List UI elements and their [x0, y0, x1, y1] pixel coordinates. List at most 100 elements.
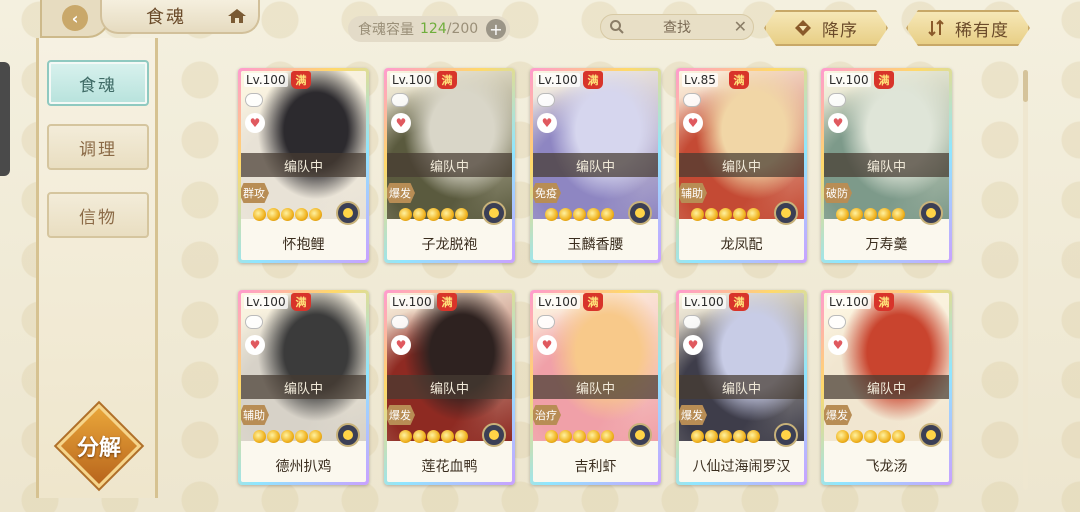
- heart-icon[interactable]: ♥: [391, 113, 411, 133]
- level-label: Lv.100: [827, 73, 871, 87]
- flower-emblem-icon: [628, 201, 652, 225]
- menu-chip-icon: [828, 315, 846, 329]
- star-rating: [545, 430, 614, 443]
- heart-icon[interactable]: ♥: [828, 113, 848, 133]
- level-label: Lv.100: [244, 295, 288, 309]
- sort-order-button[interactable]: 降序: [764, 10, 888, 46]
- sort-order-label: 降序: [822, 20, 858, 41]
- menu-chip-icon: [537, 315, 555, 329]
- role-badge: 免疫: [533, 183, 561, 203]
- star-icon: [691, 208, 704, 221]
- card-inner: Lv.100 满 ♥ 编队中 群攻 怀抱鲤: [241, 71, 366, 260]
- status-banner: 编队中: [824, 153, 949, 177]
- max-badge: 满: [874, 71, 894, 89]
- heart-icon[interactable]: ♥: [683, 335, 703, 355]
- sidebar-item-cooking[interactable]: 调理: [47, 124, 149, 170]
- star-icon: [413, 430, 426, 443]
- menu-chip-icon: [391, 315, 409, 329]
- star-icon: [601, 430, 614, 443]
- star-icon: [441, 208, 454, 221]
- card-inner: Lv.100 满 ♥ 编队中 爆发 八仙过海闹罗汉: [679, 293, 804, 482]
- heart-icon[interactable]: ♥: [391, 335, 411, 355]
- star-rating: [691, 208, 760, 221]
- card-inner: Lv.100 满 ♥ 编队中 破防 万寿羹: [824, 71, 949, 260]
- scrollbar-thumb[interactable]: [1023, 70, 1028, 102]
- role-badge: 辅助: [241, 405, 269, 425]
- star-icon: [441, 430, 454, 443]
- flower-emblem-icon: [774, 201, 798, 225]
- capacity-label: 食魂容量: [358, 22, 414, 38]
- close-icon[interactable]: ✕: [734, 17, 747, 36]
- sidebar-item-token[interactable]: 信物: [47, 192, 149, 238]
- status-banner: 编队中: [533, 375, 658, 399]
- food-soul-card[interactable]: Lv.100 满 ♥ 编队中 破防 万寿羹: [821, 68, 952, 263]
- food-soul-card[interactable]: Lv.85 满 ♥ 编队中 辅助 龙凤配: [676, 68, 807, 263]
- heart-icon[interactable]: ♥: [537, 335, 557, 355]
- max-badge: 满: [437, 71, 457, 89]
- food-soul-card[interactable]: Lv.100 满 ♥ 编队中 辅助 德州扒鸡: [238, 290, 369, 485]
- card-name: 飞龙汤: [865, 459, 908, 475]
- level-label: Lv.100: [827, 295, 871, 309]
- menu-chip-icon: [245, 315, 263, 329]
- star-icon: [573, 208, 586, 221]
- capacity-max: /200: [446, 21, 479, 37]
- flower-emblem-icon: [919, 423, 943, 447]
- decompose-label: 分解: [76, 436, 121, 461]
- food-soul-card[interactable]: Lv.100 满 ♥ 编队中 爆发 飞龙汤: [821, 290, 952, 485]
- search-icon: [610, 20, 624, 34]
- level-label: Lv.100: [390, 73, 434, 87]
- food-soul-card[interactable]: Lv.100 满 ♥ 编队中 爆发 莲花血鸭: [384, 290, 515, 485]
- heart-icon[interactable]: ♥: [828, 335, 848, 355]
- food-soul-card[interactable]: Lv.100 满 ♥ 编队中 治疗 吉利虾: [530, 290, 661, 485]
- capacity-display: 食魂容量 124 /200 +: [348, 16, 510, 42]
- food-soul-card[interactable]: Lv.100 满 ♥ 编队中 爆发 子龙脱袍: [384, 68, 515, 263]
- food-soul-card[interactable]: Lv.100 满 ♥ 编队中 免疫 玉麟香腰: [530, 68, 661, 263]
- sort-by-button[interactable]: 稀有度: [906, 10, 1030, 46]
- menu-chip-icon: [537, 93, 555, 107]
- star-rating: [691, 430, 760, 443]
- star-icon: [455, 208, 468, 221]
- card-inner: Lv.85 满 ♥ 编队中 辅助 龙凤配: [679, 71, 804, 260]
- star-icon: [747, 208, 760, 221]
- star-icon: [427, 208, 440, 221]
- scrollbar[interactable]: [1023, 70, 1028, 490]
- star-rating: [253, 208, 322, 221]
- max-badge: 满: [874, 293, 894, 311]
- star-rating: [836, 208, 905, 221]
- sidebar-item-label: 信物: [79, 207, 117, 228]
- heart-icon[interactable]: ♥: [683, 113, 703, 133]
- star-icon: [281, 430, 294, 443]
- heart-icon[interactable]: ♥: [245, 113, 265, 133]
- sidebar-item-foodsoul[interactable]: 食魂: [47, 60, 149, 106]
- level-label: Lv.100: [244, 73, 288, 87]
- role-badge: 爆发: [824, 405, 852, 425]
- card-name: 吉利虾: [574, 459, 617, 475]
- star-icon: [864, 430, 877, 443]
- food-soul-card[interactable]: Lv.100 满 ♥ 编队中 群攻 怀抱鲤: [238, 68, 369, 263]
- star-icon: [253, 430, 266, 443]
- card-name: 龙凤配: [720, 237, 763, 253]
- flower-emblem-icon: [336, 201, 360, 225]
- heart-icon[interactable]: ♥: [537, 113, 557, 133]
- home-icon[interactable]: [226, 8, 248, 24]
- max-badge: 满: [291, 293, 311, 311]
- food-soul-card[interactable]: Lv.100 满 ♥ 编队中 爆发 八仙过海闹罗汉: [676, 290, 807, 485]
- menu-chip-icon: [245, 93, 263, 107]
- star-icon: [253, 208, 266, 221]
- card-inner: Lv.100 满 ♥ 编队中 爆发 莲花血鸭: [387, 293, 512, 482]
- star-icon: [559, 430, 572, 443]
- star-icon: [587, 430, 600, 443]
- star-icon: [295, 430, 308, 443]
- role-badge: 破防: [824, 183, 852, 203]
- star-rating: [545, 208, 614, 221]
- max-badge: 满: [583, 71, 603, 89]
- add-capacity-button[interactable]: +: [486, 19, 506, 39]
- star-icon: [719, 430, 732, 443]
- star-icon: [733, 430, 746, 443]
- search-input[interactable]: 查找 ✕: [600, 14, 754, 40]
- star-icon: [281, 208, 294, 221]
- star-icon: [705, 208, 718, 221]
- flower-emblem-icon: [628, 423, 652, 447]
- heart-icon[interactable]: ♥: [245, 335, 265, 355]
- decompose-button[interactable]: 分解: [54, 403, 144, 489]
